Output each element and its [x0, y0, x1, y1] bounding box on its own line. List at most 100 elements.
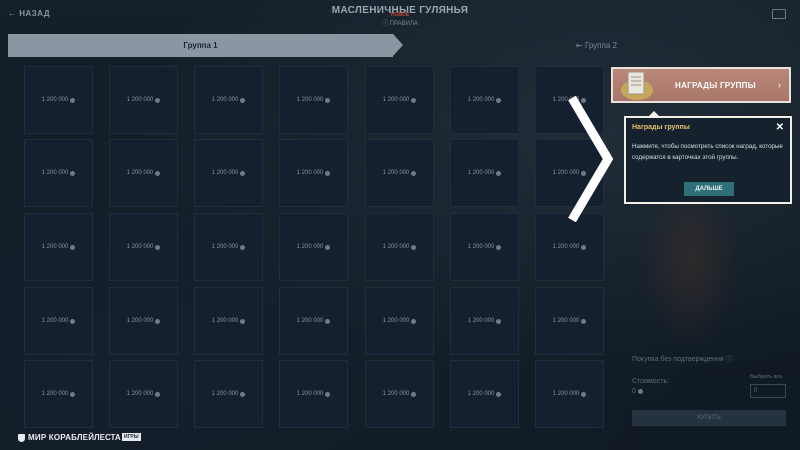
reward-card[interactable]: 1 200 000	[109, 360, 178, 428]
close-icon[interactable]: ✕	[776, 122, 784, 133]
reward-card[interactable]: 1 200 000	[450, 360, 519, 428]
tab-group-1-arrow	[393, 34, 403, 56]
reward-card[interactable]: 1 200 000	[194, 287, 263, 355]
reward-card[interactable]: 1 200 000	[279, 360, 348, 428]
next-button[interactable]: ДАЛЬШЕ	[684, 182, 734, 196]
no-confirm-purchase[interactable]: Покупка без подтверждения ⓘ	[632, 354, 733, 364]
reward-card[interactable]: 1 200 000	[109, 139, 178, 207]
card-price: 1 200 000	[211, 170, 239, 176]
reward-card[interactable]: 1 200 000	[109, 66, 178, 134]
reward-card[interactable]: 1 200 000	[194, 213, 263, 281]
card-price: 1 200 000	[41, 318, 69, 324]
credits-icon	[411, 318, 417, 324]
tutorial-tooltip: Награды группы ✕ Нажмите, чтобы посмотре…	[624, 116, 792, 204]
reward-card[interactable]: 1 200 000	[24, 213, 93, 281]
credits-icon	[70, 97, 76, 103]
reward-card[interactable]: 1 200 000	[279, 66, 348, 134]
credits-icon	[240, 97, 246, 103]
select-all-label[interactable]: Выбрать все	[750, 374, 782, 380]
reward-card[interactable]: 1 200 000	[365, 139, 434, 207]
card-price: 1 200 000	[296, 244, 324, 250]
tab-group-1[interactable]: Группа 1	[8, 34, 393, 57]
reward-card[interactable]: 1 200 000	[194, 360, 263, 428]
reward-card[interactable]: 1 200 000	[109, 287, 178, 355]
card-price: 1 200 000	[552, 244, 580, 250]
reward-card[interactable]: 1 200 000	[450, 287, 519, 355]
buy-button[interactable]: КУПИТЬ	[632, 410, 786, 426]
card-price: 1 200 000	[41, 170, 69, 176]
credits-icon	[325, 97, 331, 103]
card-price: 1 200 000	[126, 170, 154, 176]
credits-icon	[70, 318, 76, 324]
card-price: 1 200 000	[41, 391, 69, 397]
reward-card[interactable]: 1 200 000	[365, 287, 434, 355]
credits-icon	[581, 391, 587, 397]
reward-card[interactable]: 1 200 000	[450, 66, 519, 134]
cost-amount: 0	[632, 388, 636, 395]
card-price: 1 200 000	[467, 244, 495, 250]
shield-icon	[18, 433, 25, 442]
keyboard-icon[interactable]	[772, 9, 786, 19]
credits-icon	[155, 244, 161, 250]
card-price: 1 200 000	[552, 318, 580, 324]
reward-card[interactable]: 1 200 000	[24, 360, 93, 428]
reward-card[interactable]: 1 200 000	[279, 213, 348, 281]
reward-card[interactable]: 1 200 000	[365, 66, 434, 134]
group-rewards-button[interactable]: НАГРАДЫ ГРУППЫ ›	[611, 67, 791, 103]
group-rewards-label: НАГРАДЫ ГРУППЫ	[675, 81, 756, 90]
credits-icon	[496, 244, 502, 250]
reward-card[interactable]: 1 200 000	[24, 139, 93, 207]
card-price: 1 200 000	[211, 244, 239, 250]
card-price: 1 200 000	[296, 391, 324, 397]
card-price: 1 200 000	[467, 170, 495, 176]
reward-card[interactable]: 1 200 000	[24, 287, 93, 355]
tooltip-body: Нажмите, чтобы посмотреть список наград,…	[632, 143, 783, 161]
credits-icon	[70, 391, 76, 397]
tab-group-2[interactable]: ⇤ Группа 2	[576, 41, 617, 50]
credits-icon	[496, 97, 502, 103]
info-icon: ⓘ	[723, 356, 733, 363]
credits-icon	[325, 170, 331, 176]
credits-icon	[70, 170, 76, 176]
card-price: 1 200 000	[467, 97, 495, 103]
credits-icon	[240, 318, 246, 324]
card-price: 1 200 000	[126, 391, 154, 397]
reward-card[interactable]: 1 200 000	[109, 213, 178, 281]
reward-card[interactable]: 1 200 000	[535, 213, 604, 281]
reward-card[interactable]: 1 200 000	[535, 360, 604, 428]
credits-icon	[325, 244, 331, 250]
reward-card[interactable]: 1 200 000	[194, 66, 263, 134]
cost-value: 0	[632, 388, 643, 395]
card-price: 1 200 000	[41, 97, 69, 103]
reward-card[interactable]: 1 200 000	[450, 139, 519, 207]
credits-icon	[240, 244, 246, 250]
credits-icon	[411, 391, 417, 397]
card-price: 1 200 000	[382, 244, 410, 250]
credits-icon	[411, 97, 417, 103]
credits-icon	[581, 318, 587, 324]
no-confirm-label: Покупка без подтверждения	[632, 356, 724, 363]
reward-card[interactable]: 1 200 000	[279, 139, 348, 207]
credits-icon	[496, 318, 502, 324]
top-bar: ← НАЗАД МАСЛЕНИЧНЫЕ ГУЛЯНЬЯ НОВОЕ ⓘ ПРАВ…	[0, 0, 800, 30]
card-price: 1 200 000	[382, 318, 410, 324]
card-price: 1 200 000	[552, 391, 580, 397]
card-price: 1 200 000	[211, 318, 239, 324]
credits-icon	[240, 391, 246, 397]
reward-card[interactable]: 1 200 000	[450, 213, 519, 281]
chevron-right-icon: ›	[778, 80, 781, 90]
card-price: 1 200 000	[382, 391, 410, 397]
reward-card[interactable]: 1 200 000	[365, 360, 434, 428]
reward-card[interactable]: 1 200 000	[279, 287, 348, 355]
reward-card[interactable]: 1 200 000	[535, 287, 604, 355]
quantity-field[interactable]: 0	[750, 384, 786, 398]
credits-icon	[496, 391, 502, 397]
credits-icon	[325, 391, 331, 397]
rules-link[interactable]: ⓘ ПРАВИЛА	[0, 18, 800, 27]
reward-card[interactable]: 1 200 000	[24, 66, 93, 134]
publisher-logo: ЛЕСТА	[94, 433, 121, 442]
credits-icon	[155, 97, 161, 103]
tutorial-chevron-icon	[568, 96, 614, 222]
reward-card[interactable]: 1 200 000	[365, 213, 434, 281]
reward-card[interactable]: 1 200 000	[194, 139, 263, 207]
